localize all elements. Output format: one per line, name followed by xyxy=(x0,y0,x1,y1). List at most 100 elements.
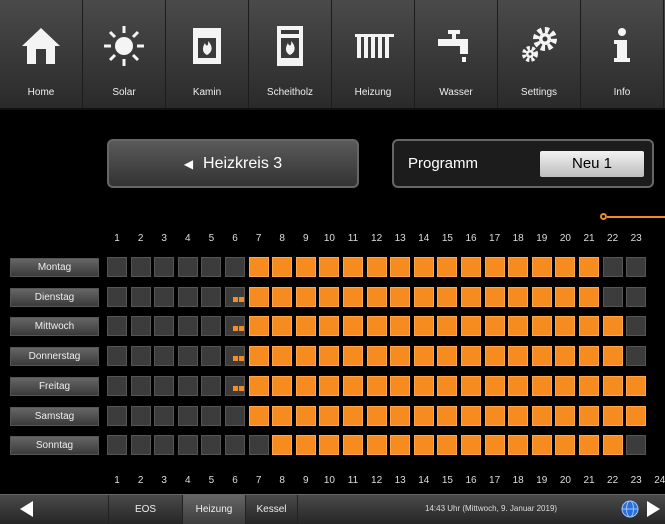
hour-slot[interactable] xyxy=(555,405,576,426)
hour-slot[interactable] xyxy=(107,257,127,277)
hour-slot[interactable] xyxy=(626,375,647,396)
hour-slot[interactable] xyxy=(413,375,434,396)
hour-slot[interactable] xyxy=(177,316,198,337)
hour-slot[interactable] xyxy=(626,346,647,367)
hour-slot[interactable] xyxy=(272,257,293,277)
hour-slot[interactable] xyxy=(626,435,647,456)
hour-slot[interactable] xyxy=(272,286,293,307)
hour-slot[interactable] xyxy=(366,405,387,426)
nav-info[interactable]: Info xyxy=(581,0,664,108)
hour-slot[interactable] xyxy=(130,257,151,277)
hour-slot[interactable] xyxy=(201,316,222,337)
hour-slot[interactable] xyxy=(295,375,316,396)
hour-slot[interactable] xyxy=(225,375,245,396)
hour-slot[interactable] xyxy=(413,405,434,426)
hour-slot[interactable] xyxy=(484,316,505,337)
hour-slot[interactable] xyxy=(484,405,505,426)
hour-slot[interactable] xyxy=(248,346,269,367)
hour-slot[interactable] xyxy=(366,435,387,456)
hour-slot[interactable] xyxy=(225,435,245,456)
hour-slot[interactable] xyxy=(319,435,340,456)
hour-slot[interactable] xyxy=(531,435,552,456)
tab-eos[interactable]: EOS xyxy=(108,495,182,524)
hour-slot[interactable] xyxy=(201,286,222,307)
hour-slot[interactable] xyxy=(390,405,411,426)
hour-slot[interactable] xyxy=(225,316,245,337)
hour-slot[interactable] xyxy=(225,405,245,426)
hour-slot[interactable] xyxy=(201,346,222,367)
hour-slot[interactable] xyxy=(343,435,363,456)
hour-slot[interactable] xyxy=(484,346,505,367)
hour-slot[interactable] xyxy=(107,346,127,367)
hour-slot[interactable] xyxy=(343,286,363,307)
tab-kessel[interactable]: Kessel xyxy=(245,495,297,524)
hour-slot[interactable] xyxy=(343,316,363,337)
hour-slot[interactable] xyxy=(484,375,505,396)
globe-icon[interactable] xyxy=(621,500,639,518)
hour-slot[interactable] xyxy=(130,316,151,337)
hour-slot[interactable] xyxy=(366,286,387,307)
hour-slot[interactable] xyxy=(343,257,363,277)
hour-slot[interactable] xyxy=(177,375,198,396)
hour-slot[interactable] xyxy=(295,346,316,367)
hour-slot[interactable] xyxy=(508,346,529,367)
hour-slot[interactable] xyxy=(154,316,175,337)
hour-slot[interactable] xyxy=(484,286,505,307)
hour-slot[interactable] xyxy=(154,405,175,426)
hour-slot[interactable] xyxy=(461,257,481,277)
hour-slot[interactable] xyxy=(484,435,505,456)
hour-slot[interactable] xyxy=(413,257,434,277)
hour-slot[interactable] xyxy=(461,316,481,337)
hour-slot[interactable] xyxy=(390,286,411,307)
hour-slot[interactable] xyxy=(319,346,340,367)
hour-slot[interactable] xyxy=(248,375,269,396)
hour-slot[interactable] xyxy=(508,405,529,426)
hour-slot[interactable] xyxy=(366,257,387,277)
hour-slot[interactable] xyxy=(413,346,434,367)
nav-wasser[interactable]: Wasser xyxy=(415,0,498,108)
hour-slot[interactable] xyxy=(508,435,529,456)
hour-slot[interactable] xyxy=(390,435,411,456)
hour-slot[interactable] xyxy=(130,435,151,456)
hour-slot[interactable] xyxy=(579,346,599,367)
hour-slot[interactable] xyxy=(319,405,340,426)
hour-slot[interactable] xyxy=(154,346,175,367)
hour-slot[interactable] xyxy=(508,286,529,307)
hour-slot[interactable] xyxy=(531,316,552,337)
nav-home[interactable]: Home xyxy=(0,0,83,108)
hour-slot[interactable] xyxy=(555,435,576,456)
hour-slot[interactable] xyxy=(248,435,269,456)
hour-slot[interactable] xyxy=(555,316,576,337)
hour-slot[interactable] xyxy=(531,286,552,307)
hour-slot[interactable] xyxy=(390,257,411,277)
hour-slot[interactable] xyxy=(461,375,481,396)
hour-slot[interactable] xyxy=(272,405,293,426)
hour-slot[interactable] xyxy=(531,405,552,426)
hour-slot[interactable] xyxy=(437,286,458,307)
day-label[interactable]: Dienstag xyxy=(10,287,99,307)
hour-slot[interactable] xyxy=(461,435,481,456)
hour-slot[interactable] xyxy=(579,375,599,396)
hour-slot[interactable] xyxy=(295,405,316,426)
hour-slot[interactable] xyxy=(272,346,293,367)
hour-slot[interactable] xyxy=(555,375,576,396)
hour-slot[interactable] xyxy=(579,286,599,307)
hour-slot[interactable] xyxy=(555,257,576,277)
day-label[interactable]: Samstag xyxy=(10,406,99,426)
hour-slot[interactable] xyxy=(107,435,127,456)
day-label[interactable]: Donnerstag xyxy=(10,347,99,367)
heating-circuit-button[interactable]: ◀ Heizkreis 3 xyxy=(107,139,359,188)
hour-slot[interactable] xyxy=(225,257,245,277)
hour-slot[interactable] xyxy=(602,286,623,307)
hour-slot[interactable] xyxy=(130,286,151,307)
nav-settings[interactable]: Settings xyxy=(498,0,581,108)
hour-slot[interactable] xyxy=(107,405,127,426)
hour-slot[interactable] xyxy=(461,286,481,307)
hour-slot[interactable] xyxy=(295,286,316,307)
hour-slot[interactable] xyxy=(626,286,647,307)
program-value-field[interactable]: Neu 1 xyxy=(540,151,644,177)
hour-slot[interactable] xyxy=(201,435,222,456)
hour-slot[interactable] xyxy=(319,316,340,337)
hour-slot[interactable] xyxy=(390,375,411,396)
hour-slot[interactable] xyxy=(295,435,316,456)
